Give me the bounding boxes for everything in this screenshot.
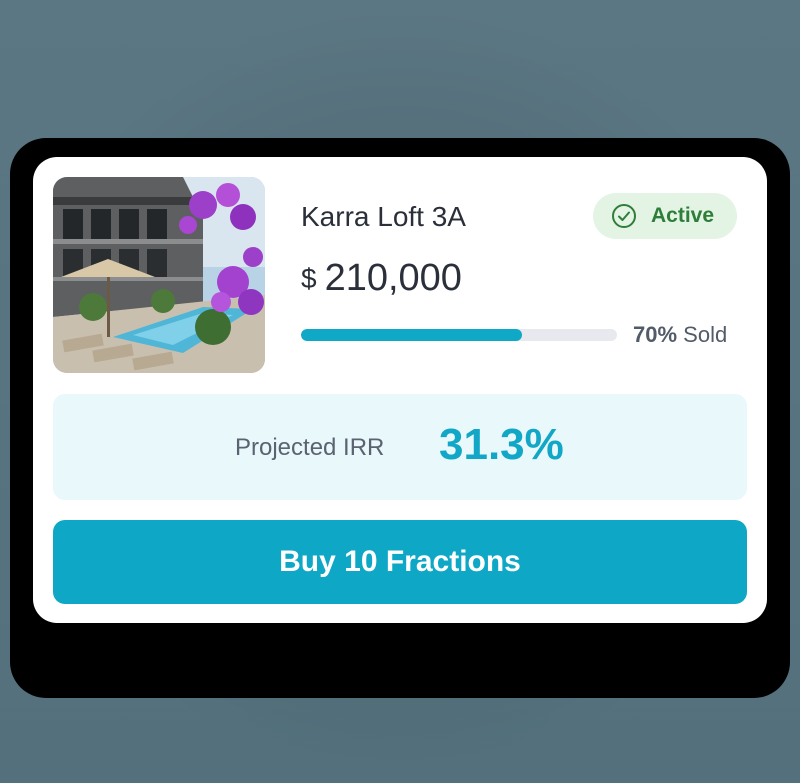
price-currency-symbol: $ — [301, 263, 317, 294]
sold-percent: 70% — [633, 322, 678, 347]
buy-fractions-button[interactable]: Buy 10 Fractions — [53, 520, 747, 604]
status-badge: Active — [593, 193, 737, 239]
listing-title: Karra Loft 3A — [301, 201, 466, 232]
listing-card: Karra Loft 3A $210,000 Active 70% Sold P… — [33, 157, 767, 623]
check-circle-icon — [612, 204, 636, 228]
sold-progress-bar — [301, 329, 617, 341]
price-amount: 210,000 — [324, 257, 462, 299]
sold-indicator: 70% Sold — [633, 322, 727, 348]
sold-progress-fill — [301, 329, 523, 341]
sold-suffix: Sold — [683, 322, 728, 347]
status-label: Active — [651, 204, 715, 227]
projected-irr-panel: Projected IRR 31.3% — [53, 394, 747, 500]
irr-value: 31.3% — [439, 420, 564, 469]
irr-label: Projected IRR — [235, 434, 385, 461]
property-photo-illustration — [53, 177, 265, 373]
property-photo — [53, 177, 265, 373]
listing-price: $210,000 — [301, 257, 462, 300]
